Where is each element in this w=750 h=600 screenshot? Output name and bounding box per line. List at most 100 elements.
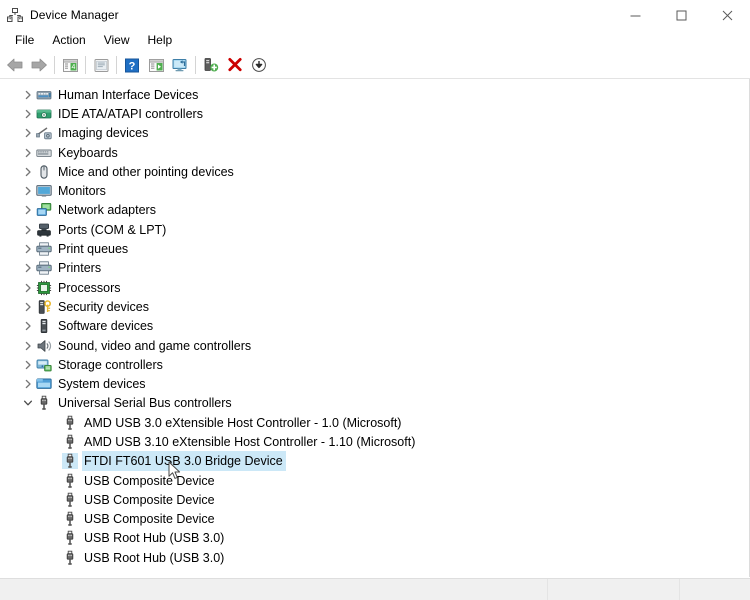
tree-row[interactable]: AMD USB 3.10 eXtensible Host Controller … <box>0 432 749 451</box>
tree-row-label: Human Interface Devices <box>57 86 200 104</box>
tree-row[interactable]: Imaging devices <box>0 124 749 143</box>
menu-item-view[interactable]: View <box>95 31 139 51</box>
chevron-right-icon[interactable] <box>20 104 36 123</box>
forward-button[interactable] <box>27 53 51 77</box>
close-button[interactable] <box>704 0 750 30</box>
chevron-right-icon[interactable] <box>20 143 36 162</box>
chevron-right-icon[interactable] <box>20 375 36 394</box>
chevron-right-icon[interactable] <box>20 201 36 220</box>
tree-row[interactable]: USB Composite Device <box>0 471 749 490</box>
update-driver-button[interactable] <box>199 53 223 77</box>
back-button[interactable] <box>3 53 27 77</box>
tree-row-label: Keyboards <box>57 144 120 162</box>
chevron-right-icon[interactable] <box>20 240 36 259</box>
tree-row[interactable]: AMD USB 3.0 eXtensible Host Controller -… <box>0 413 749 432</box>
tree-row-label: USB Root Hub (USB 3.0) <box>83 529 226 547</box>
chevron-right-icon[interactable] <box>20 259 36 278</box>
tree-row-label: USB Composite Device <box>83 491 217 509</box>
tree-row-label: USB Composite Device <box>83 472 217 490</box>
tree-row-label: Ports (COM & LPT) <box>57 221 168 239</box>
tree-row[interactable]: IDE ATA/ATAPI controllers <box>0 104 749 123</box>
scan-hardware-changes-button[interactable] <box>168 53 192 77</box>
tree-row[interactable]: Security devices <box>0 297 749 316</box>
security-device-icon <box>36 299 52 315</box>
minimize-button[interactable] <box>612 0 658 30</box>
tree-row-label: Universal Serial Bus controllers <box>57 394 234 412</box>
menu-item-action[interactable]: Action <box>43 31 94 51</box>
status-bar <box>0 578 750 600</box>
chevron-right-icon[interactable] <box>20 278 36 297</box>
tree-row-label: Network adapters <box>57 201 158 219</box>
tree-row[interactable]: Ports (COM & LPT) <box>0 220 749 239</box>
tree-row-label: Imaging devices <box>57 124 150 142</box>
usb-icon <box>62 550 78 566</box>
tree-row[interactable]: Human Interface Devices <box>0 85 749 104</box>
device-manager-icon <box>7 7 23 23</box>
tree-row[interactable]: USB Composite Device <box>0 510 749 529</box>
window-title: Device Manager <box>30 8 119 22</box>
system-device-icon <box>36 376 52 392</box>
toolbar-separator-4 <box>195 56 196 74</box>
toolbar-separator-1 <box>54 56 55 74</box>
tree-row-label: Printers <box>57 259 103 277</box>
show-hidden-devices-button[interactable]: 4 <box>58 53 82 77</box>
tree-row[interactable]: System devices <box>0 374 749 393</box>
toolbar-separator-3 <box>116 56 117 74</box>
usb-icon <box>62 473 78 489</box>
tree-row-label: Processors <box>57 279 123 297</box>
chevron-right-icon[interactable] <box>20 297 36 316</box>
chevron-right-icon[interactable] <box>20 355 36 374</box>
chevron-down-icon[interactable] <box>20 394 36 413</box>
tree-row-label: Storage controllers <box>57 356 165 374</box>
chevron-right-icon[interactable] <box>20 220 36 239</box>
tree-row[interactable]: USB Root Hub (USB 3.0) <box>0 529 749 548</box>
tree-row[interactable]: Print queues <box>0 239 749 258</box>
chevron-right-icon[interactable] <box>20 124 36 143</box>
tree-row[interactable]: USB Root Hub (USB 3.0) <box>0 548 749 567</box>
tree-row-label: USB Composite Device <box>83 510 217 528</box>
tree-row[interactable]: Software devices <box>0 317 749 336</box>
tree-row[interactable]: Sound, video and game controllers <box>0 336 749 355</box>
tree-row-label: USB Root Hub (USB 3.0) <box>83 549 226 567</box>
disable-device-button[interactable] <box>247 53 271 77</box>
device-list-button[interactable] <box>144 53 168 77</box>
tree-row-label: AMD USB 3.10 eXtensible Host Controller … <box>83 433 417 451</box>
menu-item-file[interactable]: File <box>6 31 43 51</box>
tree-row-label: AMD USB 3.0 eXtensible Host Controller -… <box>83 414 403 432</box>
usb-icon <box>62 453 78 469</box>
tree-row-label: Sound, video and game controllers <box>57 337 253 355</box>
tree-row[interactable]: Monitors <box>0 181 749 200</box>
device-tree: Human Interface DevicesIDE ATA/ATAPI con… <box>0 79 749 567</box>
properties-button[interactable] <box>89 53 113 77</box>
chevron-right-icon[interactable] <box>20 182 36 201</box>
svg-text:?: ? <box>129 60 136 72</box>
status-pane-message <box>0 579 548 600</box>
ide-controller-icon <box>36 106 52 122</box>
tree-row[interactable]: USB Composite Device <box>0 490 749 509</box>
tree-row-label: Security devices <box>57 298 151 316</box>
tree-row[interactable]: Processors <box>0 278 749 297</box>
chevron-right-icon[interactable] <box>20 85 36 104</box>
tree-row-label: System devices <box>57 375 148 393</box>
chevron-right-icon[interactable] <box>20 162 36 181</box>
tree-row[interactable]: Storage controllers <box>0 355 749 374</box>
printer-icon <box>36 241 52 257</box>
software-device-icon <box>36 318 52 334</box>
status-pane-secondary <box>548 579 680 600</box>
toolbar: 4 ? <box>0 52 750 79</box>
chevron-right-icon[interactable] <box>20 336 36 355</box>
title-bar: Device Manager <box>0 0 750 30</box>
menu-item-help[interactable]: Help <box>139 31 182 51</box>
uninstall-device-button[interactable] <box>223 53 247 77</box>
help-button[interactable]: ? <box>120 53 144 77</box>
tree-row[interactable]: Printers <box>0 259 749 278</box>
tree-row[interactable]: Network adapters <box>0 201 749 220</box>
tree-row[interactable]: Keyboards <box>0 143 749 162</box>
tree-row-label: Mice and other pointing devices <box>57 163 236 181</box>
chevron-right-icon[interactable] <box>20 317 36 336</box>
tree-row[interactable]: Universal Serial Bus controllers <box>0 394 749 413</box>
device-tree-panel[interactable]: Human Interface DevicesIDE ATA/ATAPI con… <box>0 79 750 577</box>
tree-row[interactable]: FTDI FT601 USB 3.0 Bridge Device <box>0 452 749 471</box>
maximize-button[interactable] <box>658 0 704 30</box>
tree-row[interactable]: Mice and other pointing devices <box>0 162 749 181</box>
